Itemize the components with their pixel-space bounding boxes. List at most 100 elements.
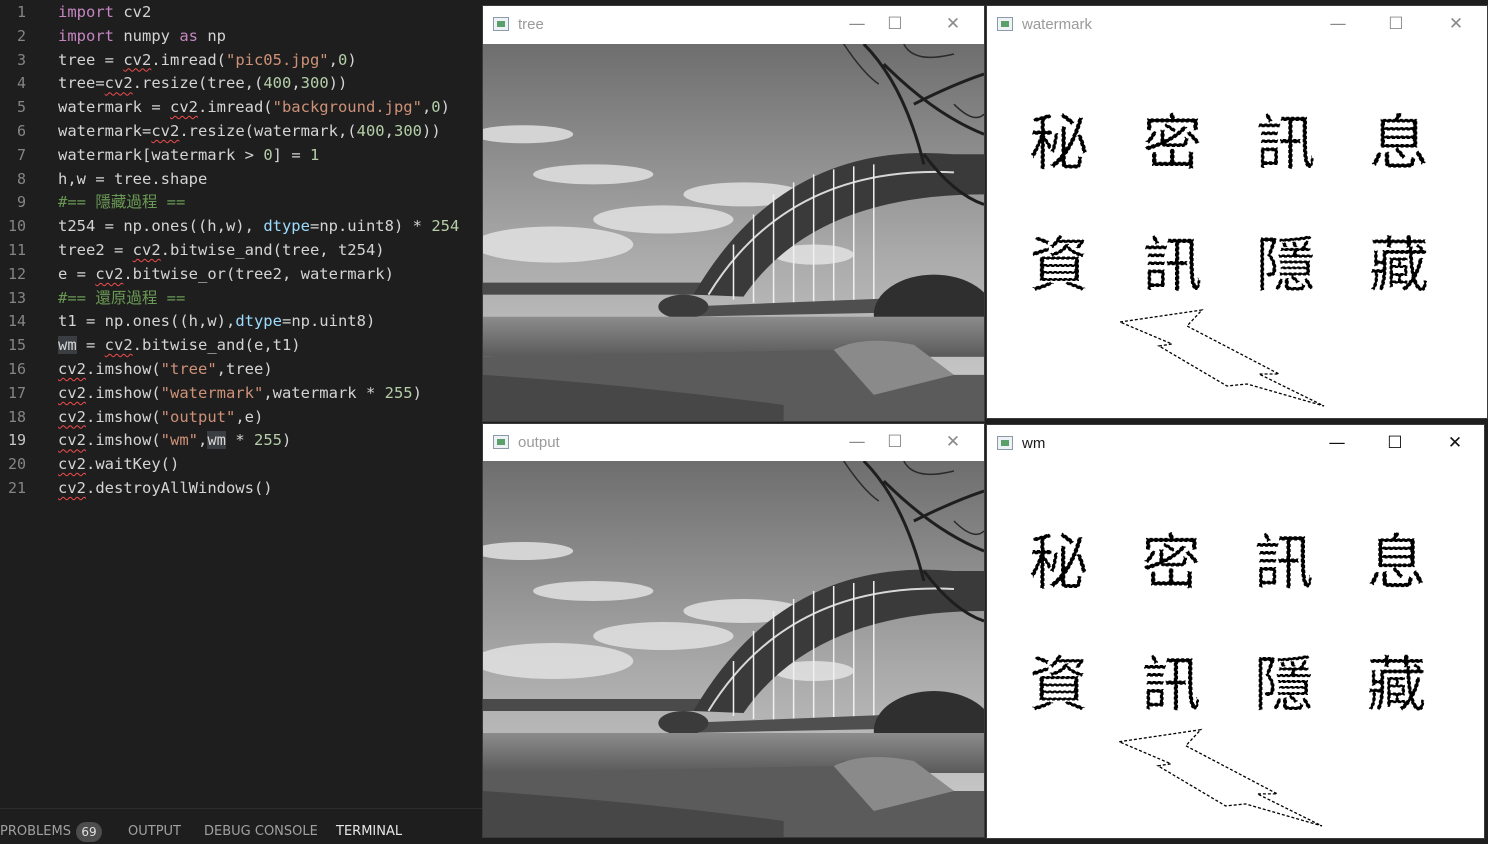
code-token: "wm" bbox=[160, 431, 198, 450]
code-line[interactable]: 16 cv2.imshow("tree",tree) bbox=[0, 357, 482, 381]
code-text[interactable]: cv2.destroyAllWindows() bbox=[58, 476, 273, 500]
code-text[interactable]: cv2.imshow("tree",tree) bbox=[58, 357, 273, 381]
code-line[interactable]: 9 #== 隱藏過程 == bbox=[0, 190, 482, 214]
code-line[interactable]: 6 watermark=cv2.resize(watermark,(400,300… bbox=[0, 119, 482, 143]
bridge-photo-image bbox=[483, 44, 984, 421]
code-text[interactable]: #== 隱藏過程 == bbox=[58, 190, 185, 214]
code-token: cv2 bbox=[123, 50, 152, 69]
code-text[interactable]: tree2 = cv2.bitwise_and(tree, t254) bbox=[58, 238, 385, 262]
code-token: 0 bbox=[337, 50, 348, 69]
code-text[interactable]: cv2.imshow("wm",wm * 255) bbox=[58, 428, 291, 452]
code-line[interactable]: 11 tree2 = cv2.bitwise_and(tree, t254) bbox=[0, 238, 482, 262]
line-number: 8 bbox=[16, 169, 26, 188]
code-line[interactable]: 19 cv2.imshow("wm",wm * 255) bbox=[0, 428, 482, 452]
code-token: "output" bbox=[160, 407, 236, 426]
code-token: cv2 bbox=[151, 122, 180, 140]
code-token: watermark[watermark > bbox=[58, 145, 264, 164]
code-token: wm bbox=[207, 431, 226, 450]
window-wm[interactable]: wm — ☐ ✕ 秘密訊息 資訊隱藏 bbox=[987, 425, 1484, 838]
code-line[interactable]: 14 t1 = np.ones((h,w),dtype=np.uint8) bbox=[0, 309, 482, 333]
title-bar[interactable]: watermark — ☐ ✕ bbox=[987, 6, 1487, 44]
code-token: 255 bbox=[254, 431, 282, 450]
maximize-button[interactable]: ☐ bbox=[872, 424, 918, 462]
line-number: 20 bbox=[7, 455, 26, 474]
code-text[interactable]: cv2.imshow("watermark",watermark * 255) bbox=[58, 381, 422, 405]
maximize-button[interactable]: ☐ bbox=[1372, 425, 1418, 463]
code-line[interactable]: 17 cv2.imshow("watermark",watermark * 255… bbox=[0, 381, 482, 405]
code-token: "tree" bbox=[160, 360, 217, 378]
close-button[interactable]: ✕ bbox=[930, 6, 976, 44]
code-line[interactable]: 13 #== 還原過程 == bbox=[0, 286, 482, 310]
code-token: ) bbox=[440, 98, 450, 117]
code-line[interactable]: 8 h,w = tree.shape bbox=[0, 167, 482, 191]
code-line[interactable]: 7 watermark[watermark > 0] = 1 bbox=[0, 143, 482, 167]
line-number: 1 bbox=[16, 3, 26, 21]
line-number: 16 bbox=[7, 360, 26, 378]
tab-debug-console[interactable]: DEBUG CONSOLE bbox=[204, 824, 318, 839]
tab-terminal[interactable]: TERMINAL bbox=[336, 824, 402, 839]
code-line[interactable]: 1 import cv2 bbox=[0, 0, 482, 24]
code-text[interactable]: watermark = cv2.imread("background.jpg",… bbox=[58, 95, 450, 119]
window-tree[interactable]: tree — ☐ ✕ bbox=[483, 6, 984, 421]
code-token: 400 bbox=[356, 122, 385, 140]
maximize-button[interactable]: ☐ bbox=[1373, 6, 1419, 44]
code-line[interactable]: 12 e = cv2.bitwise_or(tree2, watermark) bbox=[0, 262, 482, 286]
code-line[interactable]: 20 cv2.waitKey() bbox=[0, 452, 482, 476]
window-watermark[interactable]: watermark — ☐ ✕ 秘密訊息 資訊隱藏 bbox=[987, 6, 1487, 418]
code-line[interactable]: 18 cv2.imshow("output",e) bbox=[0, 405, 482, 429]
code-text[interactable]: watermark=cv2.resize(watermark,(400,300)… bbox=[58, 119, 441, 143]
code-line[interactable]: 21 cv2.destroyAllWindows() bbox=[0, 476, 482, 500]
close-button[interactable]: ✕ bbox=[930, 424, 976, 462]
maximize-button[interactable]: ☐ bbox=[872, 6, 918, 44]
code-token: 0 bbox=[263, 145, 273, 164]
code-text[interactable]: cv2.waitKey() bbox=[58, 452, 179, 476]
code-text[interactable]: wm = cv2.bitwise_and(e,t1) bbox=[58, 333, 301, 357]
code-text[interactable]: watermark[watermark > 0] = 1 bbox=[58, 143, 319, 167]
code-text[interactable]: cv2.imshow("output",e) bbox=[58, 405, 263, 429]
code-token: .resize(watermark,( bbox=[179, 122, 357, 140]
code-line[interactable]: 4 tree=cv2.resize(tree,(400,300)) bbox=[0, 71, 482, 95]
code-line[interactable]: 2 import numpy as np bbox=[0, 24, 482, 48]
code-token: )) bbox=[328, 74, 348, 93]
code-token: ) bbox=[412, 383, 422, 402]
tab-problems[interactable]: PROBLEMS bbox=[0, 824, 71, 839]
code-token: , bbox=[421, 98, 432, 117]
code-token: tree= bbox=[58, 74, 105, 93]
code-editor[interactable]: 1 import cv2 2 import numpy as np 3 tree = cv… bbox=[0, 0, 482, 808]
title-bar[interactable]: wm — ☐ ✕ bbox=[987, 425, 1484, 463]
code-token: h,w = tree.shape bbox=[58, 169, 208, 188]
line-number: 21 bbox=[7, 479, 26, 497]
minimize-button[interactable]: — bbox=[1315, 6, 1361, 44]
code-line[interactable]: 15 wm = cv2.bitwise_and(e,t1) bbox=[0, 333, 482, 357]
window-output[interactable]: output — ☐ ✕ bbox=[483, 424, 984, 837]
code-text[interactable]: tree=cv2.resize(tree,(400,300)) bbox=[58, 71, 347, 95]
code-token: cv2 bbox=[58, 383, 86, 402]
code-token: "pic05.jpg" bbox=[225, 50, 329, 69]
minimize-button[interactable]: — bbox=[1314, 425, 1360, 463]
code-text[interactable]: t254 = np.ones((h,w), dtype=np.uint8) * … bbox=[58, 214, 459, 238]
code-line[interactable]: 3 tree = cv2.imread("pic05.jpg",0) bbox=[0, 48, 482, 72]
code-token: cv2 bbox=[104, 336, 133, 355]
code-token: tree = bbox=[58, 50, 124, 69]
code-text[interactable]: h,w = tree.shape bbox=[58, 167, 207, 191]
code-token: )) bbox=[421, 122, 441, 140]
code-text[interactable]: import cv2 bbox=[58, 0, 151, 24]
code-token: 300 bbox=[300, 74, 329, 93]
tab-output[interactable]: OUTPUT bbox=[128, 824, 181, 839]
code-line[interactable]: 10 t254 = np.ones((h,w), dtype=np.uint8) … bbox=[0, 214, 482, 238]
code-text[interactable]: t1 = np.ones((h,w),dtype=np.uint8) bbox=[58, 309, 375, 333]
code-token: cv2 bbox=[58, 360, 86, 378]
code-text[interactable]: #== 還原過程 == bbox=[58, 286, 185, 310]
code-text[interactable]: tree = cv2.imread("pic05.jpg",0) bbox=[58, 48, 357, 72]
code-line[interactable]: 5 watermark = cv2.imread("background.jpg"… bbox=[0, 95, 482, 119]
code-token: =np.uint8) bbox=[281, 312, 376, 331]
close-button[interactable]: ✕ bbox=[1433, 6, 1479, 44]
code-text[interactable]: e = cv2.bitwise_or(tree2, watermark) bbox=[58, 262, 394, 286]
title-bar[interactable]: tree — ☐ ✕ bbox=[483, 6, 984, 44]
code-token: .imread( bbox=[151, 50, 226, 69]
code-text[interactable]: import numpy as np bbox=[58, 24, 226, 48]
title-bar[interactable]: output — ☐ ✕ bbox=[483, 424, 984, 462]
code-token: .resize(tree,( bbox=[132, 74, 264, 93]
close-button[interactable]: ✕ bbox=[1432, 425, 1478, 463]
output-photo-image bbox=[483, 461, 984, 837]
